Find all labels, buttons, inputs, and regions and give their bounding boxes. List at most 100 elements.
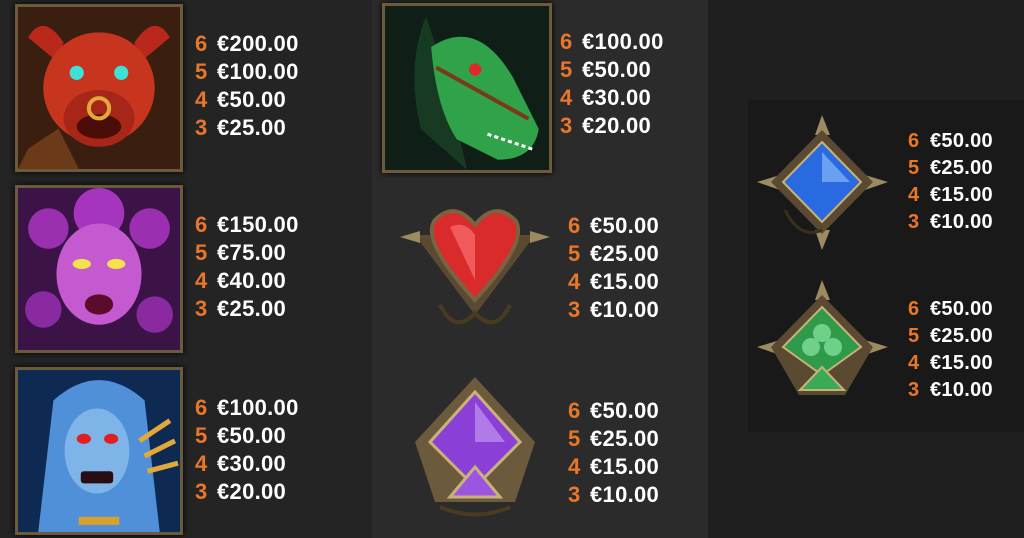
pay-count: 4: [560, 85, 573, 110]
pay-row: 3 €20.00: [195, 478, 299, 506]
club-gem-icon: [755, 275, 890, 420]
pay-row: 3 €10.00: [908, 209, 993, 236]
pay-row: 6 €150.00: [195, 211, 299, 239]
pay-value: €15.00: [590, 454, 660, 479]
pay-row: 6 €50.00: [568, 397, 659, 425]
pay-value: €10.00: [930, 379, 993, 401]
pay-count: 4: [908, 352, 920, 374]
pay-count: 3: [568, 482, 581, 507]
pay-value: €50.00: [930, 298, 993, 320]
pay-row: 5 €25.00: [908, 155, 993, 182]
medusa-icon: [15, 185, 183, 353]
pay-value: €25.00: [590, 426, 660, 451]
pay-value: €50.00: [930, 130, 993, 152]
pay-row: 4 €15.00: [568, 453, 659, 481]
pay-row: 5 €25.00: [568, 425, 659, 453]
pay-count: 5: [568, 241, 581, 266]
pay-row: 4 €30.00: [560, 84, 664, 112]
pay-value: €75.00: [217, 240, 287, 265]
pay-value: €10.00: [590, 297, 660, 322]
pay-value: €150.00: [217, 212, 299, 237]
pay-value: €20.00: [582, 113, 652, 138]
pay-count: 3: [908, 211, 920, 233]
pay-count: 6: [560, 29, 573, 54]
pay-count: 3: [195, 115, 208, 140]
pay-count: 4: [195, 87, 208, 112]
pay-row: 3 €25.00: [195, 295, 299, 323]
pay-value: €15.00: [930, 352, 993, 374]
spade-gem-icon: [405, 372, 545, 522]
pay-count: 5: [560, 57, 573, 82]
pay-value: €10.00: [930, 211, 993, 233]
pay-value: €50.00: [590, 213, 660, 238]
pay-count: 6: [195, 395, 208, 420]
red-bull-demon-icon: [15, 4, 183, 172]
pay-value: €25.00: [930, 325, 993, 347]
pay-value: €50.00: [217, 423, 287, 448]
pay-row: 3 €20.00: [560, 112, 664, 140]
pay-value: €25.00: [217, 115, 287, 140]
pay-row: 5 €25.00: [908, 323, 993, 350]
pay-count: 5: [568, 426, 581, 451]
medusa-paytable: 6 €150.00 5 €75.00 4 €40.00 3 €25.00: [195, 211, 299, 323]
pay-count: 6: [568, 398, 581, 423]
spade-gem-paytable: 6 €50.00 5 €25.00 4 €15.00 3 €10.00: [568, 397, 659, 509]
pay-count: 5: [908, 157, 920, 179]
pay-value: €25.00: [217, 296, 287, 321]
pay-count: 5: [908, 325, 920, 347]
pay-value: €50.00: [582, 57, 652, 82]
diamond-gem-icon: [755, 110, 890, 255]
green-horse-icon: [382, 3, 552, 173]
pay-row: 5 €100.00: [195, 58, 299, 86]
heart-gem-paytable: 6 €50.00 5 €25.00 4 €15.00 3 €10.00: [568, 212, 659, 324]
pay-count: 4: [195, 451, 208, 476]
pay-count: 6: [908, 130, 920, 152]
pay-value: €20.00: [217, 479, 287, 504]
pay-value: €50.00: [217, 87, 287, 112]
pay-count: 6: [568, 213, 581, 238]
pay-value: €15.00: [590, 269, 660, 294]
pay-row: 3 €10.00: [568, 296, 659, 324]
pay-row: 5 €50.00: [560, 56, 664, 84]
pay-count: 6: [908, 298, 920, 320]
pay-row: 5 €50.00: [195, 422, 299, 450]
pay-count: 4: [908, 184, 920, 206]
pay-row: 3 €25.00: [195, 114, 299, 142]
pay-value: €25.00: [930, 157, 993, 179]
pay-value: €40.00: [217, 268, 287, 293]
pay-value: €30.00: [582, 85, 652, 110]
pay-row: 6 €50.00: [908, 128, 993, 155]
pay-count: 3: [560, 113, 573, 138]
pay-row: 6 €50.00: [568, 212, 659, 240]
pay-row: 3 €10.00: [908, 377, 993, 404]
pay-count: 5: [195, 240, 208, 265]
low-symbols-column: [708, 0, 1024, 538]
pay-value: €30.00: [217, 451, 287, 476]
pay-value: €50.00: [590, 398, 660, 423]
pay-count: 4: [568, 269, 581, 294]
red-bull-demon-paytable: 6 €200.00 5 €100.00 4 €50.00 3 €25.00: [195, 30, 299, 142]
pay-value: €15.00: [930, 184, 993, 206]
pay-row: 6 €100.00: [195, 394, 299, 422]
green-horse-paytable: 6 €100.00 5 €50.00 4 €30.00 3 €20.00: [560, 28, 664, 140]
pay-row: 5 €75.00: [195, 239, 299, 267]
pay-count: 4: [195, 268, 208, 293]
pay-count: 4: [568, 454, 581, 479]
pay-value: €100.00: [582, 29, 664, 54]
pay-row: 5 €25.00: [568, 240, 659, 268]
pay-count: 5: [195, 59, 208, 84]
pay-row: 6 €200.00: [195, 30, 299, 58]
pay-value: €10.00: [590, 482, 660, 507]
club-gem-paytable: 6 €50.00 5 €25.00 4 €15.00 3 €10.00: [908, 296, 993, 404]
pay-row: 4 €15.00: [568, 268, 659, 296]
pay-row: 3 €10.00: [568, 481, 659, 509]
pay-row: 4 €15.00: [908, 350, 993, 377]
pay-row: 6 €100.00: [560, 28, 664, 56]
pay-count: 5: [195, 423, 208, 448]
pay-row: 4 €50.00: [195, 86, 299, 114]
pay-count: 3: [195, 479, 208, 504]
blue-ghoul-icon: [15, 367, 183, 535]
pay-row: 4 €40.00: [195, 267, 299, 295]
pay-count: 3: [568, 297, 581, 322]
pay-count: 6: [195, 31, 208, 56]
